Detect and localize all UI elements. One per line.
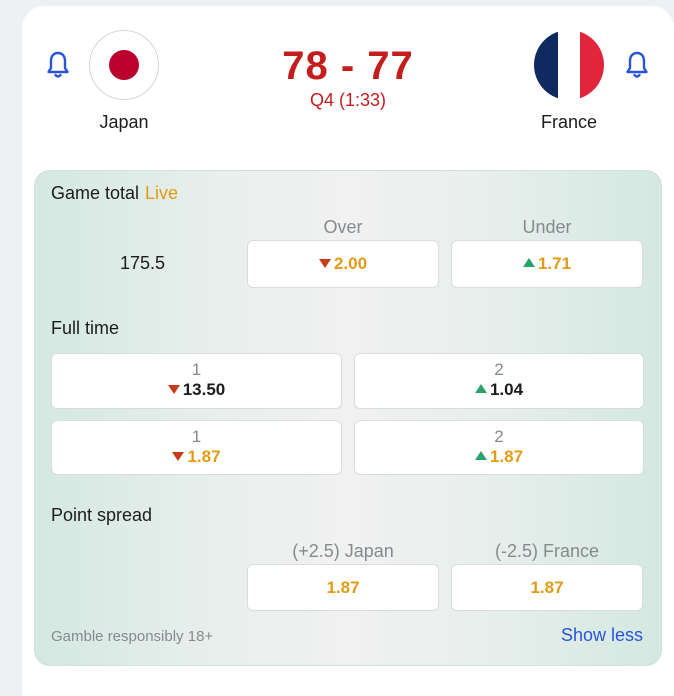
outcome-label: 2 (494, 360, 504, 379)
home-team-name: Japan (99, 112, 149, 132)
spread-home-button[interactable]: 1.87 (247, 564, 439, 611)
trend-down-icon (167, 385, 180, 394)
odds-value: 1.87 (326, 578, 360, 597)
trend-up-icon (474, 384, 487, 393)
under-odds-value: 1.71 (537, 254, 572, 273)
full-time-away-button[interactable]: 2 1.87 (354, 420, 644, 475)
full-time-home-button[interactable]: 1 13.50 (51, 353, 342, 409)
bell-icon[interactable] (625, 50, 649, 80)
spread-home-header: (+2.5) Japan (292, 541, 394, 561)
trend-up-icon (522, 258, 535, 267)
trend-down-icon (318, 259, 331, 268)
over-odds-value: 2.00 (333, 254, 368, 273)
point-spread-title: Point spread (51, 505, 153, 525)
trend-up-icon (474, 451, 487, 460)
under-header: Under (522, 217, 572, 237)
odds-value: 13.50 (182, 380, 226, 399)
full-time-away-button[interactable]: 2 1.04 (354, 353, 644, 409)
france-flag-icon (534, 30, 604, 100)
spread-away-button[interactable]: 1.87 (451, 564, 643, 611)
away-team-name: France (540, 112, 598, 132)
markets-panel: Game total Live Over Under 175.5 2.00 1.7… (34, 170, 662, 666)
under-odds-button[interactable]: 1.71 (451, 240, 643, 288)
over-odds-button[interactable]: 2.00 (247, 240, 439, 288)
outcome-label: 1 (191, 360, 202, 379)
game-total-label: Game total (51, 183, 140, 203)
outcome-label: 1 (191, 427, 202, 446)
full-time-title: Full time (51, 318, 120, 338)
game-total-title: Game total Live (51, 183, 178, 204)
gamble-responsibly-note: Gamble responsibly 18+ (51, 628, 214, 645)
odds-value: 1.87 (187, 447, 221, 466)
odds-value: 1.04 (489, 380, 524, 399)
full-time-home-button[interactable]: 1 1.87 (51, 420, 342, 475)
trend-down-icon (172, 452, 185, 461)
live-badge: Live (145, 183, 179, 203)
over-header: Over (323, 217, 363, 237)
outcome-label: 2 (494, 427, 504, 446)
spread-away-header: (-2.5) France (494, 541, 600, 561)
show-less-link[interactable]: Show less (561, 625, 643, 646)
odds-value: 1.87 (489, 447, 524, 466)
odds-value: 1.87 (530, 578, 564, 597)
total-line: 175.5 (120, 253, 166, 273)
